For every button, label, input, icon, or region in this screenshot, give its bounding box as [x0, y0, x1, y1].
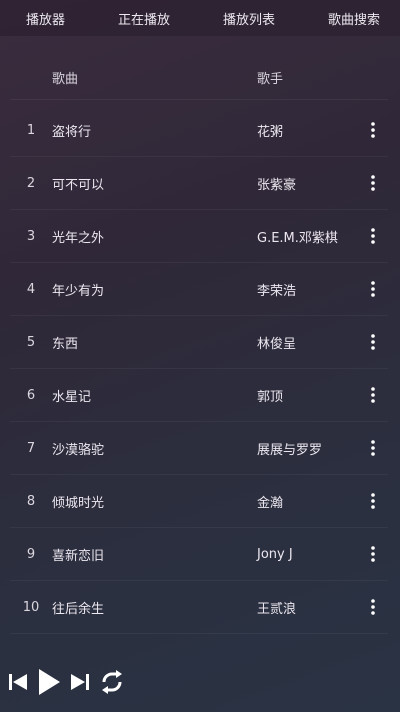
skip-previous-icon[interactable] — [6, 670, 30, 694]
song-title: 沙漠骆驼 — [52, 442, 105, 458]
song-index: 5 — [26, 334, 36, 350]
song-row[interactable]: 2 可不可以 张紫豪 — [10, 157, 388, 210]
top-tab-bar: 播放器 正在播放 播放列表 歌曲搜索 — [0, 0, 400, 36]
song-artist: G.E.M.邓紫棋 — [257, 230, 338, 246]
song-artist: Jony J — [257, 546, 293, 562]
song-title: 喜新恋旧 — [52, 548, 105, 564]
song-artist: 李荣浩 — [257, 283, 297, 299]
song-index: 8 — [26, 493, 36, 509]
song-row[interactable]: 5 东西 林俊呈 — [10, 316, 388, 369]
song-title: 倾城时光 — [52, 495, 105, 511]
more-vertical-icon[interactable] — [363, 171, 383, 195]
tab-song-search[interactable]: 歌曲搜索 — [328, 9, 380, 28]
header-artist: 歌手 — [257, 72, 284, 87]
song-index: 9 — [26, 546, 36, 562]
song-list-header: 歌曲 歌手 — [10, 56, 388, 100]
more-vertical-icon[interactable] — [363, 224, 383, 248]
song-artist: 张紫豪 — [257, 177, 297, 193]
song-artist: 花粥 — [257, 124, 284, 140]
skip-next-icon[interactable] — [68, 670, 92, 694]
more-vertical-icon[interactable] — [363, 383, 383, 407]
more-vertical-icon[interactable] — [363, 277, 383, 301]
song-title: 盗将行 — [52, 124, 92, 140]
song-row[interactable]: 6 水星记 郭顶 — [10, 369, 388, 422]
song-artist: 林俊呈 — [257, 336, 297, 352]
song-artist: 金瀚 — [257, 495, 284, 511]
song-title: 光年之外 — [52, 230, 105, 246]
tab-now-playing[interactable]: 正在播放 — [118, 9, 170, 28]
song-row[interactable]: 1 盗将行 花粥 — [10, 104, 388, 157]
song-index: 1 — [26, 122, 36, 138]
more-vertical-icon[interactable] — [363, 542, 383, 566]
song-index: 6 — [26, 387, 36, 403]
more-vertical-icon[interactable] — [363, 489, 383, 513]
play-icon[interactable] — [36, 667, 62, 697]
song-title: 年少有为 — [52, 283, 105, 299]
song-title: 可不可以 — [52, 177, 105, 193]
more-vertical-icon[interactable] — [363, 595, 383, 619]
song-artist: 展展与罗罗 — [257, 442, 323, 458]
song-index: 2 — [26, 175, 36, 191]
more-vertical-icon[interactable] — [363, 118, 383, 142]
song-index: 10 — [22, 599, 40, 615]
more-vertical-icon[interactable] — [363, 330, 383, 354]
song-row[interactable]: 7 沙漠骆驼 展展与罗罗 — [10, 422, 388, 475]
song-row[interactable]: 10 往后余生 王贰浪 — [10, 581, 388, 634]
tab-player[interactable]: 播放器 — [26, 9, 65, 28]
song-artist: 郭顶 — [257, 389, 284, 405]
song-row[interactable]: 4 年少有为 李荣浩 — [10, 263, 388, 316]
song-list: 1 盗将行 花粥 2 可不可以 张紫豪 3 光年之外 G.E.M.邓紫棋 4 年… — [10, 104, 388, 634]
song-title: 水星记 — [52, 389, 92, 405]
song-row[interactable]: 8 倾城时光 金瀚 — [10, 475, 388, 528]
playback-controls — [6, 664, 126, 700]
more-vertical-icon[interactable] — [363, 436, 383, 460]
header-song: 歌曲 — [52, 72, 79, 87]
song-index: 3 — [26, 228, 36, 244]
song-title: 东西 — [52, 336, 79, 352]
tab-playlist[interactable]: 播放列表 — [223, 9, 275, 28]
repeat-icon[interactable] — [98, 669, 126, 695]
song-title: 往后余生 — [52, 601, 105, 617]
song-artist: 王贰浪 — [257, 601, 297, 617]
song-index: 7 — [26, 440, 36, 456]
song-row[interactable]: 9 喜新恋旧 Jony J — [10, 528, 388, 581]
song-row[interactable]: 3 光年之外 G.E.M.邓紫棋 — [10, 210, 388, 263]
song-index: 4 — [26, 281, 36, 297]
